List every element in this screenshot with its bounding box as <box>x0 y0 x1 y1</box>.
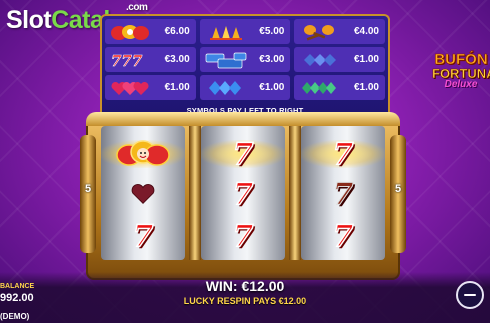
bar-icon <box>204 51 248 69</box>
decrease-bet-button[interactable] <box>456 281 484 309</box>
paytable-cell-blue-gems: €1.00 <box>294 47 385 72</box>
payline-marker-left: 5 <box>84 183 92 195</box>
paytable-value: €1.00 <box>259 82 285 93</box>
blue-diamonds-icon <box>204 79 246 97</box>
paytable: €6.00 €5.00 €4.00 777 €3.00 €3.00 €1.00 … <box>100 14 390 118</box>
svg-text:777: 777 <box>111 52 143 69</box>
paytable-value: €1.00 <box>164 82 190 93</box>
balance-label: BALANCE <box>0 283 35 290</box>
jester-icon <box>116 140 170 166</box>
paytable-cell-bells: €5.00 <box>199 19 291 44</box>
jester-icon <box>109 23 151 41</box>
seven-icon: 7 <box>232 136 254 173</box>
paytable-value: €5.00 <box>259 26 285 37</box>
paytable-grid: €6.00 €5.00 €4.00 777 €3.00 €3.00 €1.00 … <box>105 19 385 100</box>
logo-line-1: BUFÓN <box>434 51 488 68</box>
bells-icon <box>204 23 246 41</box>
paytable-cell-maracas: €4.00 <box>294 19 385 44</box>
seven-icon: 7 <box>232 218 254 255</box>
logo-line-3: Deluxe <box>444 79 478 90</box>
reel-2-symbol-3: 7 <box>201 216 285 256</box>
reel-1-symbol-1 <box>101 134 185 174</box>
maracas-icon <box>298 23 340 41</box>
reel-side-right: 5 <box>390 135 406 253</box>
paytable-value: €4.00 <box>353 26 379 37</box>
respin-message: LUCKY RESPIN PAYS €12.00 <box>183 296 307 306</box>
reel-2-symbol-1: 7 <box>201 134 285 174</box>
reel-3-symbol-3: 7 <box>301 216 385 256</box>
triple-seven-icon: 777 <box>109 51 151 69</box>
watermark-domain: .com <box>126 2 148 13</box>
reel-side-left: 5 <box>80 135 96 253</box>
paytable-cell-jester: €6.00 <box>105 19 196 44</box>
heart-icon <box>131 184 155 204</box>
seven-icon: 7 <box>232 176 254 213</box>
paytable-cell-triple-seven: 777 €3.00 <box>105 47 196 72</box>
reel-frame-arch <box>86 112 400 126</box>
hearts-icon <box>109 79 151 97</box>
reel-1-symbol-3: 7 <box>101 216 185 256</box>
win-amount: WIN: €12.00 <box>205 278 285 294</box>
reel-2: 7 7 7 <box>201 126 285 260</box>
paytable-value: €3.00 <box>164 54 190 65</box>
seven-icon: 7 <box>132 218 154 255</box>
paytable-cell-bar: €3.00 <box>199 47 291 72</box>
reel-3-symbol-2: 7 <box>301 174 385 214</box>
green-gems-icon <box>298 79 340 97</box>
seven-icon: 7 <box>332 136 354 173</box>
watermark-part1: Slot <box>6 6 52 34</box>
paytable-cell-hearts: €1.00 <box>105 75 196 100</box>
game-logo: BUFÓN FORTUNA Deluxe <box>432 52 490 90</box>
payline-marker-right: 5 <box>394 183 402 195</box>
paytable-value: €1.00 <box>353 54 379 65</box>
paytable-value: €3.00 <box>259 54 285 65</box>
paytable-cell-green-gems: €1.00 <box>294 75 385 100</box>
demo-mode-label: (DEMO) <box>0 312 30 321</box>
reel-2-symbol-2: 7 <box>201 174 285 214</box>
blue-gems-icon <box>298 51 340 69</box>
seven-icon: 7 <box>332 218 354 255</box>
reel-3: 7 7 7 <box>301 126 385 260</box>
reel-1-symbol-2 <box>101 174 185 214</box>
minus-icon <box>464 293 476 297</box>
reel-3-symbol-1: 7 <box>301 134 385 174</box>
reel-1: 7 <box>101 126 185 260</box>
reel-divider <box>189 126 201 260</box>
reel-divider <box>289 126 301 260</box>
balance-value: 992.00 <box>0 292 34 304</box>
paytable-value: €6.00 <box>164 26 190 37</box>
paytable-cell-blue-diamonds: €1.00 <box>199 75 291 100</box>
paytable-value: €1.00 <box>353 82 379 93</box>
seven-icon: 7 <box>332 176 354 212</box>
